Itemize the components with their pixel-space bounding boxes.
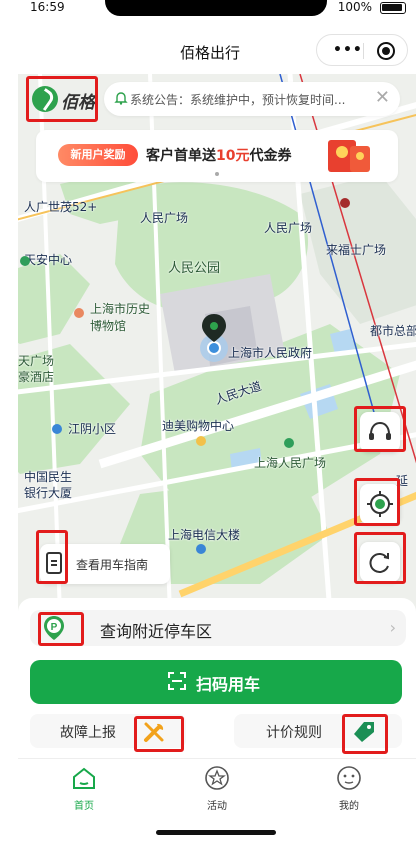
device-frame-left [0, 74, 18, 852]
map-label: 人广世茂52+ [24, 200, 98, 214]
battery-level: 100% [337, 0, 372, 14]
logo-icon [32, 86, 58, 112]
status-time: 16:59 [30, 0, 65, 14]
logo-text: 佰格 [61, 93, 95, 113]
scan-to-ride-button[interactable]: 扫码用车 [30, 660, 402, 704]
target-circle-icon[interactable] [377, 42, 395, 60]
poi-marker [340, 198, 350, 208]
nearby-parking-button[interactable]: P 查询附近停车区 › [30, 610, 406, 646]
refresh-icon [369, 553, 389, 573]
announcement-text: 系统公告：系统维护中，预计恢复时间... [130, 93, 346, 107]
headset-icon [369, 421, 391, 440]
red-envelope-icon [328, 140, 370, 172]
report-fault-label: 故障上报 [60, 725, 116, 741]
map-label: 上海电信大楼 [168, 528, 241, 542]
app-screen: 16:59 100% 佰格出行 ••• 人广世茂52+ 人民广场 人民广场 来福… [0, 0, 420, 852]
tab-home[interactable]: 首页 [44, 765, 124, 813]
ride-guide-label: 查看用车指南 [76, 558, 149, 572]
more-dots-icon[interactable]: ••• [333, 43, 363, 57]
promo-banner[interactable]: 新用户奖励 客户首单送10元代金券 [36, 130, 398, 182]
carousel-indicator [215, 172, 219, 176]
battery-icon [380, 2, 406, 14]
map-label: 都市总部 [370, 324, 419, 338]
locate-button[interactable] [360, 484, 400, 524]
bell-icon [114, 92, 128, 105]
tab-home-label: 首页 [74, 801, 94, 812]
locate-icon [367, 491, 393, 517]
tab-activity-label: 活动 [207, 801, 227, 812]
status-bar: 16:59 100% [0, 0, 420, 16]
brand-logo[interactable]: 佰格 [28, 78, 96, 120]
close-icon[interactable]: ✕ [375, 87, 390, 108]
nearby-parking-label: 查询附近停车区 [100, 622, 213, 641]
tab-profile-label: 我的 [339, 801, 359, 812]
map-label: 来福士广场 [326, 243, 387, 257]
scan-icon [168, 672, 186, 690]
bottom-tab-bar: 首页 活动 我的 [18, 758, 416, 852]
refresh-button[interactable] [360, 542, 400, 582]
pricing-rules-label: 计价规则 [266, 725, 322, 741]
home-indicator [156, 830, 276, 835]
announcement-bar[interactable]: 系统公告：系统维护中，预计恢复时间... ✕ [104, 82, 400, 116]
map-label: 天广场 [18, 354, 55, 368]
promo-tag: 新用户奖励 [58, 144, 138, 166]
profile-face-icon [337, 766, 361, 790]
poi-marker [52, 424, 62, 434]
nav-bar: 佰格出行 ••• [0, 16, 420, 74]
capsule-divider [363, 43, 364, 59]
map-label: 中国民生 [24, 470, 73, 484]
map-label: 上海人民广场 [254, 456, 327, 470]
promo-text: 客户首单送10元代金券 [146, 148, 292, 164]
poi-marker [74, 308, 84, 318]
poi-marker [20, 256, 30, 266]
map-label: 天安中心 [24, 253, 73, 267]
guide-book-icon [46, 552, 62, 574]
map-label: 上海市历史博物馆 [90, 302, 151, 333]
customer-service-button[interactable] [360, 412, 400, 452]
map-label: 上海市人民政府 [228, 346, 313, 360]
svg-text:P: P [51, 622, 58, 633]
poi-marker [196, 436, 206, 446]
map-label: 人民广场 [140, 211, 189, 225]
price-tag-icon [354, 722, 374, 742]
tab-activity[interactable]: 活动 [177, 765, 257, 813]
pricing-rules-button[interactable]: 计价规则 [234, 714, 402, 748]
camera-notch [105, 0, 327, 16]
home-icon [73, 767, 95, 789]
poi-marker [284, 438, 294, 448]
wrench-icon [144, 722, 164, 742]
scan-to-ride-label: 扫码用车 [196, 675, 261, 694]
device-frame-right [416, 74, 420, 852]
map-label: 人民广场 [264, 221, 313, 235]
star-icon [205, 766, 229, 790]
map-label: 银行大厦 [24, 486, 73, 500]
map-label: 江阴小区 [68, 422, 117, 436]
chevron-right-icon: › [389, 618, 396, 637]
mini-program-capsule: ••• [316, 34, 408, 66]
report-fault-button[interactable]: 故障上报 [30, 714, 186, 748]
map-label: 豪酒店 [18, 370, 55, 384]
ride-guide-button[interactable]: 查看用车指南 [40, 544, 170, 584]
map-label: 人民公园 [168, 261, 221, 276]
poi-marker [196, 544, 206, 554]
tab-profile[interactable]: 我的 [309, 765, 389, 813]
map-label: 迪美购物中心 [162, 419, 235, 433]
parking-pin-icon: P [44, 616, 64, 640]
